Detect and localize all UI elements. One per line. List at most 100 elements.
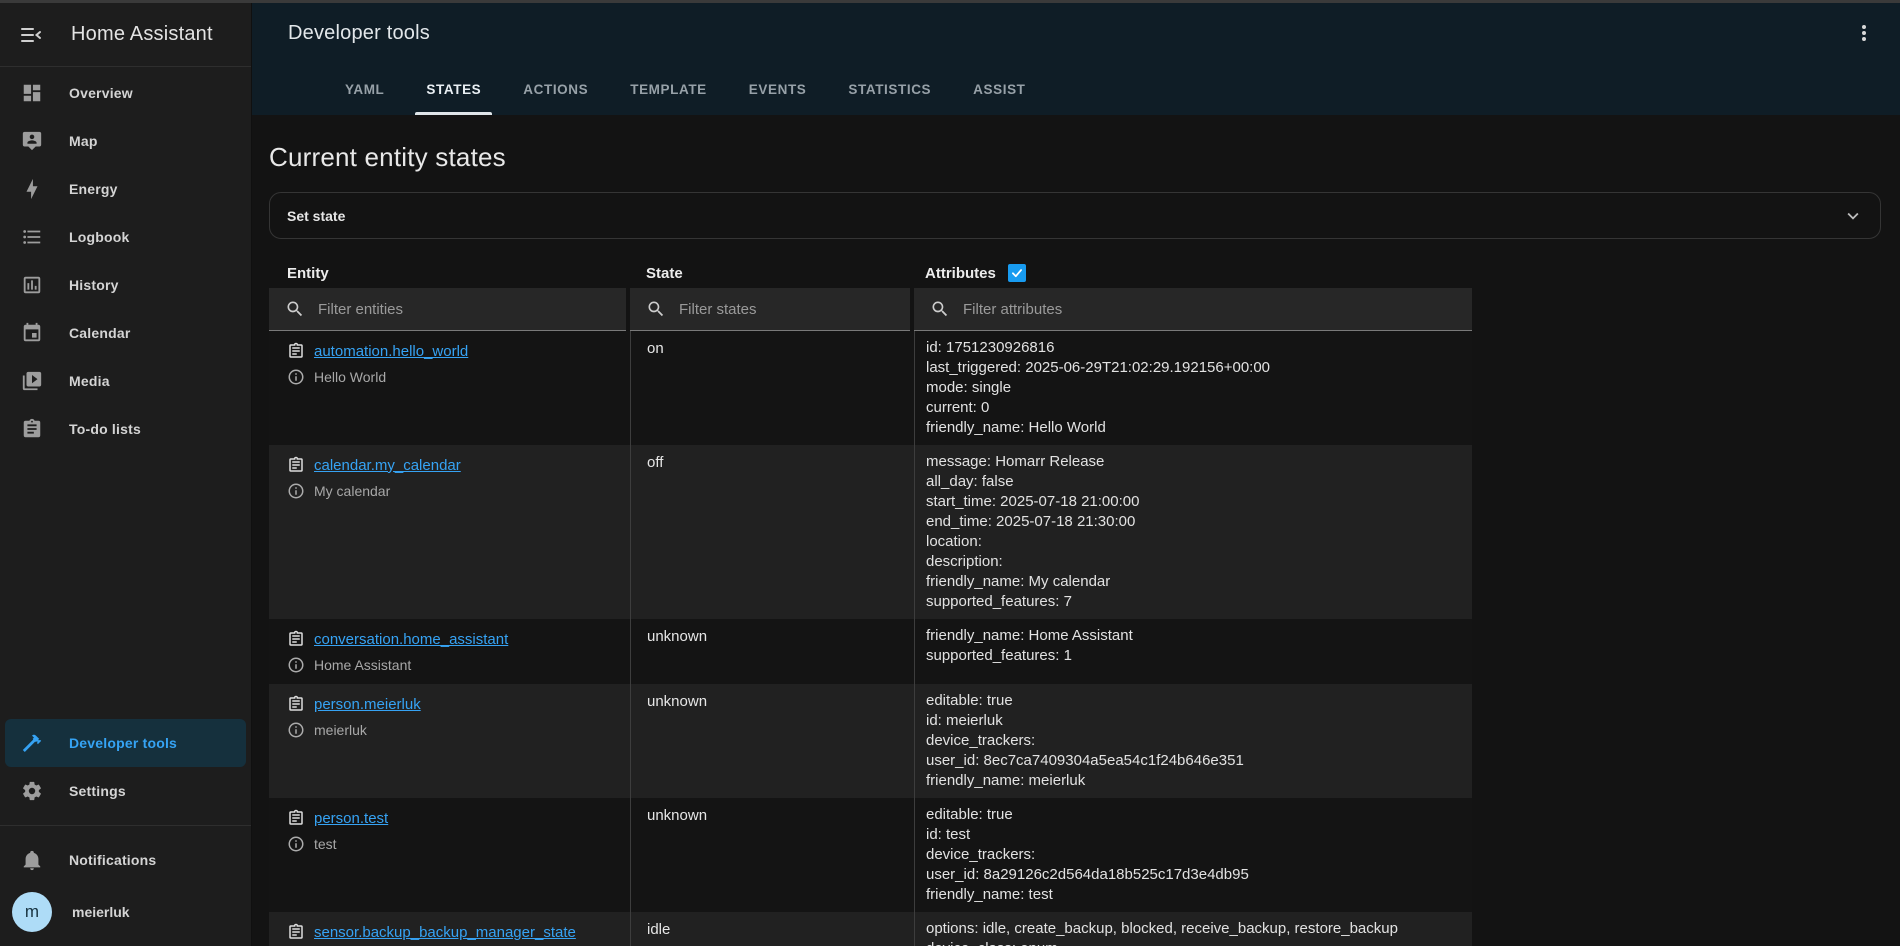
sidebar-item-energy[interactable]: Energy	[5, 165, 246, 213]
attribute-line: options: idle, create_backup, blocked, r…	[926, 919, 1462, 939]
sidebar-item-label: Developer tools	[69, 735, 177, 751]
attributes-cell: id: 1751230926816last_triggered: 2025-06…	[914, 331, 1472, 445]
chevron-down-icon	[1842, 205, 1864, 227]
entity-cell: automation.hello_worldHello World	[269, 331, 630, 445]
sidebar-item-developer-tools[interactable]: Developer tools	[5, 719, 246, 767]
tab-bar: YAMLSTATESACTIONSTEMPLATEEVENTSSTATISTIC…	[324, 63, 1900, 115]
entity-link[interactable]: person.meierluk	[314, 696, 421, 713]
sidebar: Home Assistant OverviewMapEnergyLogbookH…	[0, 3, 252, 946]
attribute-line: location:	[926, 532, 1462, 552]
entity-cell: sensor.backup_backup_manager_stateBackup…	[269, 912, 630, 946]
set-state-expander[interactable]: Set state	[269, 192, 1881, 239]
table-row: automation.hello_worldHello Worldonid: 1…	[269, 331, 1472, 445]
kebab-menu-icon[interactable]	[1852, 21, 1876, 45]
tab-template[interactable]: TEMPLATE	[609, 63, 728, 115]
state-cell: unknown	[630, 798, 914, 912]
sidebar-item-media[interactable]: Media	[5, 357, 246, 405]
copy-entity-id-icon[interactable]	[287, 695, 305, 713]
tab-actions[interactable]: ACTIONS	[502, 63, 609, 115]
sidebar-item-label: Calendar	[69, 325, 131, 341]
sidebar-item-history[interactable]: History	[5, 261, 246, 309]
table-header-row: Entity State Attributes	[269, 258, 1472, 288]
attribute-line: device_trackers:	[926, 845, 1462, 865]
attribute-line: friendly_name: My calendar	[926, 572, 1462, 592]
entity-cell: person.test test	[269, 798, 630, 912]
sidebar-item-label: Settings	[69, 783, 126, 799]
tab-states[interactable]: STATES	[405, 63, 502, 115]
column-header-entity: Entity	[269, 265, 630, 282]
page-title: Developer tools	[288, 22, 430, 45]
attribute-line: all_day: false	[926, 472, 1462, 492]
entity-friendly-name: test	[314, 836, 337, 852]
sidebar-toggle-icon[interactable]	[19, 23, 43, 47]
attribute-line: message: Homarr Release	[926, 452, 1462, 472]
info-icon[interactable]	[287, 721, 305, 739]
column-header-attributes: Attributes	[914, 264, 1472, 282]
attribute-line: end_time: 2025-07-18 21:30:00	[926, 512, 1462, 532]
tab-assist[interactable]: ASSIST	[952, 63, 1046, 115]
attribute-line: friendly_name: meierluk	[926, 771, 1462, 791]
entity-friendly-name: meierluk	[314, 722, 367, 738]
attribute-line: description:	[926, 552, 1462, 572]
calendar-icon	[21, 322, 43, 344]
sidebar-item-logbook[interactable]: Logbook	[5, 213, 246, 261]
attributes-cell: message: Homarr Releaseall_day: falsesta…	[914, 445, 1472, 619]
copy-entity-id-icon[interactable]	[287, 630, 305, 648]
attribute-line: id: test	[926, 825, 1462, 845]
info-icon[interactable]	[287, 656, 305, 674]
entity-link[interactable]: sensor.backup_backup_manager_state	[314, 924, 576, 941]
lightning-bolt-icon	[21, 178, 43, 200]
attributes-cell: editable: trueid: testdevice_trackers:us…	[914, 798, 1472, 912]
copy-entity-id-icon[interactable]	[287, 342, 305, 360]
states-panel: Current entity states Set state Entity S…	[252, 115, 1900, 946]
attributes-checkbox[interactable]	[1008, 264, 1026, 282]
filter-states-input[interactable]	[679, 301, 890, 318]
sidebar-bottom: Developer tools Settings Notifications m …	[0, 719, 251, 946]
sidebar-item-label: Map	[69, 133, 98, 149]
attributes-cell: options: idle, create_backup, blocked, r…	[914, 912, 1472, 946]
sidebar-item-settings[interactable]: Settings	[5, 767, 246, 815]
list-bulleted-icon	[21, 226, 43, 248]
search-icon	[285, 299, 305, 319]
attribute-line: friendly_name: test	[926, 885, 1462, 905]
attributes-cell: friendly_name: Home Assistantsupported_f…	[914, 619, 1472, 684]
sidebar-item-calendar[interactable]: Calendar	[5, 309, 246, 357]
entity-link[interactable]: conversation.home_assistant	[314, 631, 508, 648]
copy-entity-id-icon[interactable]	[287, 456, 305, 474]
user-profile-item[interactable]: m meierluk	[0, 884, 251, 940]
copy-entity-id-icon[interactable]	[287, 809, 305, 827]
tab-statistics[interactable]: STATISTICS	[827, 63, 952, 115]
gear-icon	[21, 780, 43, 802]
section-heading: Current entity states	[269, 142, 1881, 173]
entity-link[interactable]: person.test	[314, 810, 388, 827]
attribute-line: device_trackers:	[926, 731, 1462, 751]
filter-entities-input[interactable]	[318, 301, 591, 318]
sidebar-item-overview[interactable]: Overview	[5, 69, 246, 117]
sidebar-item-todo-lists[interactable]: To-do lists	[5, 405, 246, 453]
avatar: m	[12, 892, 52, 932]
sidebar-nav: Overview Map Energy Logbook History Calendar M…	[0, 67, 251, 453]
sidebar-item-label: To-do lists	[69, 421, 141, 437]
entity-link[interactable]: automation.hello_world	[314, 343, 468, 360]
tab-events[interactable]: EVENTS	[728, 63, 828, 115]
sidebar-item-label: History	[69, 277, 119, 293]
entity-friendly-name: Home Assistant	[314, 657, 411, 673]
tab-yaml[interactable]: YAML	[324, 63, 405, 115]
sidebar-divider	[0, 825, 251, 826]
info-icon[interactable]	[287, 368, 305, 386]
info-icon[interactable]	[287, 835, 305, 853]
attribute-line: mode: single	[926, 378, 1462, 398]
sidebar-item-notifications[interactable]: Notifications	[5, 836, 246, 884]
search-icon	[646, 299, 666, 319]
attribute-filter	[914, 288, 1472, 331]
filter-attributes-input[interactable]	[963, 301, 1397, 318]
sidebar-item-map[interactable]: Map	[5, 117, 246, 165]
sidebar-item-label: Logbook	[69, 229, 130, 245]
copy-entity-id-icon[interactable]	[287, 923, 305, 941]
clipboard-list-icon	[21, 418, 43, 440]
info-icon[interactable]	[287, 482, 305, 500]
attribute-line: start_time: 2025-07-18 21:00:00	[926, 492, 1462, 512]
entity-link[interactable]: calendar.my_calendar	[314, 457, 461, 474]
play-box-multiple-icon	[21, 370, 43, 392]
entity-filter	[269, 288, 626, 331]
